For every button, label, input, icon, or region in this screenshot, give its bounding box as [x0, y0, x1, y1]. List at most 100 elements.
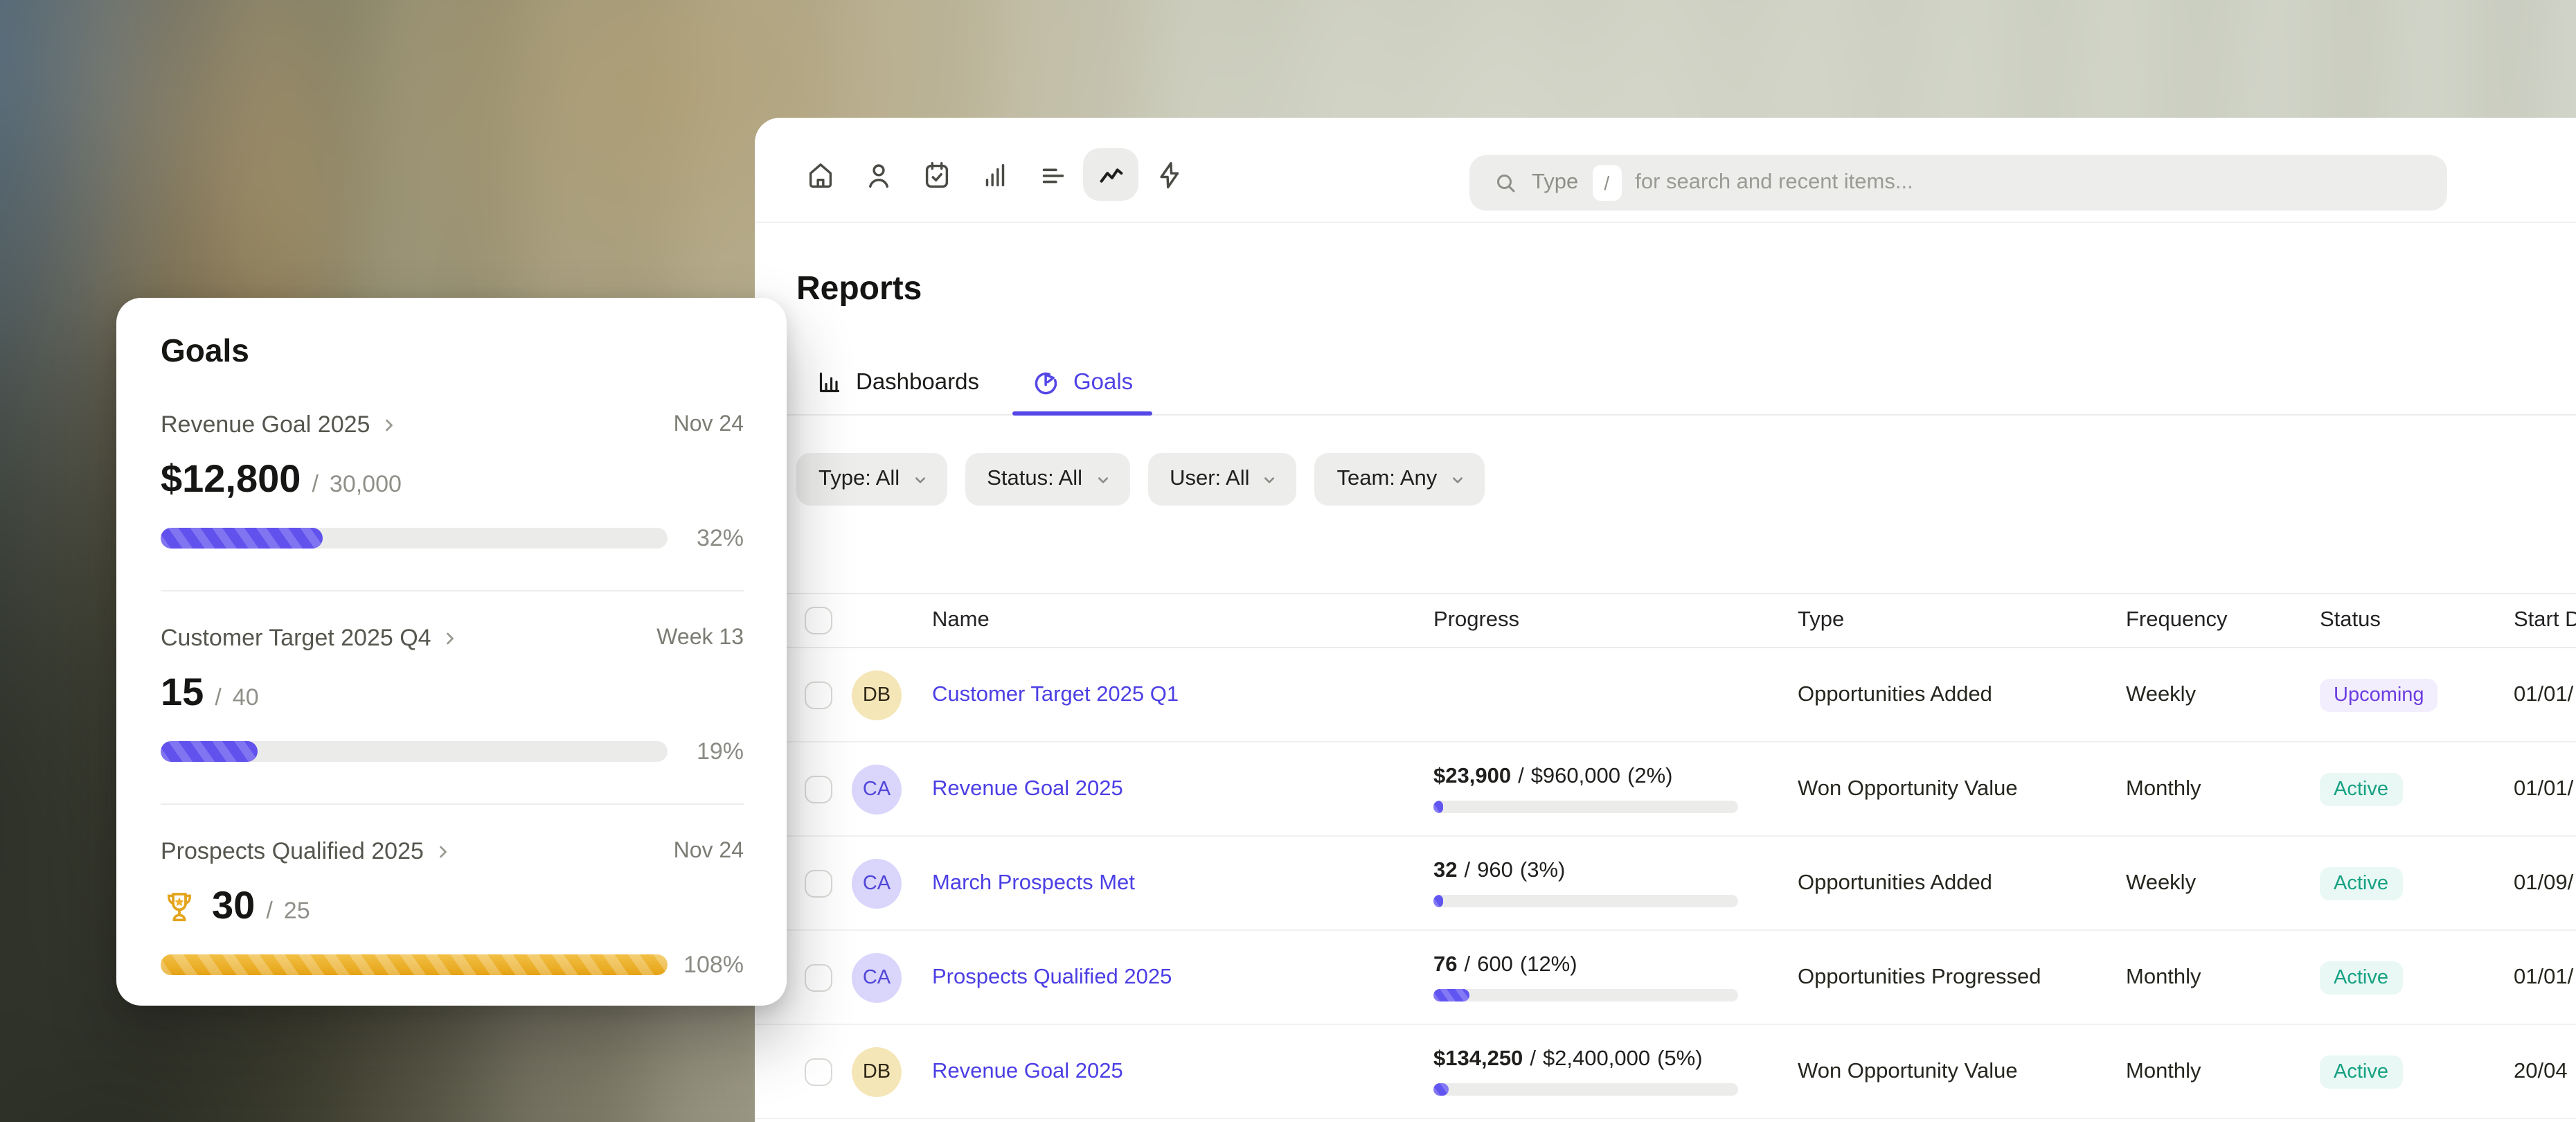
goal-progress-fill [161, 528, 323, 549]
goal-name: Prospects Qualified 2025 [161, 838, 424, 866]
filter-user[interactable]: User: All [1147, 453, 1296, 506]
goal-name-link[interactable]: Revenue Goal 2025 [932, 1059, 1123, 1083]
row-checkbox[interactable] [805, 681, 832, 709]
column-header-name: Name [932, 608, 1433, 633]
goal-progress-row: 32% [161, 528, 744, 549]
goal-percent-label: 108% [683, 951, 744, 979]
bar-chart-icon[interactable] [976, 157, 1012, 193]
frequency-cell: Weekly [2126, 871, 2320, 896]
progress-bar [1433, 801, 1738, 813]
goal-progress-bar [161, 741, 668, 762]
goal-progress-fill [161, 741, 257, 762]
goal-name-link[interactable]: Revenue Goal 2025 [932, 776, 1123, 800]
select-all-checkbox[interactable] [805, 607, 832, 634]
goal-name-link[interactable]: Customer Target 2025 Q1 [932, 682, 1179, 706]
status-badge: Active [2320, 961, 2402, 994]
home-icon[interactable] [802, 157, 838, 193]
goal-progress-fill [161, 954, 668, 975]
type-cell: Opportunities Added [1798, 682, 2126, 707]
row-checkbox[interactable] [805, 963, 832, 991]
goal-link[interactable]: Customer Target 2025 Q4 [161, 625, 460, 652]
chevron-right-icon [433, 842, 453, 862]
table-body: DB Customer Target 2025 Q1 Opportunities… [755, 648, 2576, 1119]
trophy-icon [161, 887, 198, 925]
value-separator: / [1465, 953, 1471, 978]
progress-target: $960,000 [1531, 765, 1620, 790]
goal-progress-bar [161, 528, 668, 549]
row-checkbox[interactable] [805, 869, 832, 897]
progress-target: $2,400,000 [1543, 1047, 1650, 1072]
chevron-down-icon [1093, 470, 1111, 488]
frequency-cell: Monthly [2126, 776, 2320, 801]
row-checkbox[interactable] [805, 775, 832, 803]
tab-goals[interactable]: Goals [1012, 350, 1152, 414]
progress-bar-fill [1433, 1083, 1449, 1096]
goal-value-row: 30 / 25 [161, 882, 744, 929]
trend-icon[interactable] [1083, 148, 1138, 201]
nav-icon-row [802, 157, 1187, 193]
goal-progress-row: 108% [161, 954, 744, 975]
status-badge: Active [2320, 1055, 2402, 1088]
goal-current-value: 30 [212, 882, 255, 929]
tab-label: Dashboards [856, 369, 979, 395]
top-toolbar: Type / for search and recent items... [755, 118, 2576, 223]
calendar-check-icon[interactable] [918, 157, 954, 193]
progress-percent: (3%) [1520, 859, 1565, 884]
avatar: DB [852, 1047, 902, 1096]
tab-dashboards[interactable]: Dashboards [796, 350, 999, 414]
filter-type[interactable]: Type: All [796, 453, 947, 506]
goals-list: Revenue Goal 2025 Nov 24 $12,800 / 30,00… [161, 411, 744, 975]
value-separator: / [1518, 765, 1524, 790]
goal-current-value: $12,800 [161, 456, 301, 503]
goals-summary-card: Goals Revenue Goal 2025 Nov 24 $12,800 /… [116, 298, 787, 1006]
search-input[interactable]: Type / for search and recent items... [1469, 155, 2447, 211]
progress-current: $134,250 [1433, 1047, 1523, 1072]
status-badge: Upcoming [2320, 678, 2438, 711]
goal-date: Week 13 [656, 626, 744, 651]
progress-cell: 32 / 960 (3%) [1433, 859, 1798, 907]
goal-date: Nov 24 [674, 413, 744, 438]
filter-status[interactable]: Status: All [965, 453, 1129, 506]
avatar: CA [852, 858, 902, 908]
goal-date: Nov 24 [674, 839, 744, 864]
goal-divider [161, 803, 744, 805]
table-row[interactable]: DB Customer Target 2025 Q1 Opportunities… [755, 648, 2576, 742]
progress-bar-fill [1433, 801, 1443, 813]
table-row[interactable]: CA Prospects Qualified 2025 76 / 600 (12… [755, 931, 2576, 1025]
screen: Type / for search and recent items... Re… [0, 0, 2576, 1122]
start-date-cell: 01/01/ [2514, 682, 2576, 707]
goal-name-link[interactable]: Prospects Qualified 2025 [932, 965, 1172, 988]
table-row[interactable]: CA Revenue Goal 2025 $23,900 / $960,000 … [755, 742, 2576, 837]
goal-divider [161, 590, 744, 591]
progress-percent: (2%) [1627, 765, 1672, 790]
progress-current: 32 [1433, 859, 1458, 884]
goal-target-value: 40 [233, 684, 259, 712]
chevron-right-icon [379, 416, 399, 435]
progress-target: 600 [1477, 953, 1513, 978]
value-separator: / [312, 471, 318, 499]
filter-label: User: All [1170, 467, 1249, 492]
people-icon[interactable] [860, 157, 896, 193]
goal-name-link[interactable]: March Prospects Met [932, 871, 1135, 894]
frequency-cell: Monthly [2126, 1059, 2320, 1084]
list-icon[interactable] [1035, 157, 1071, 193]
progress-bar [1433, 989, 1738, 1001]
row-checkbox[interactable] [805, 1058, 832, 1085]
start-date-cell: 01/01/ [2514, 965, 2576, 990]
goal-link[interactable]: Revenue Goal 2025 [161, 411, 399, 439]
table-header-row: Name Progress Type Frequency Status Star… [755, 593, 2576, 648]
goal-value-row: 15 / 40 [161, 669, 744, 716]
table-row[interactable]: CA March Prospects Met 32 / 960 (3%) Opp… [755, 837, 2576, 931]
progress-bar [1433, 895, 1738, 907]
goals-table: Name Progress Type Frequency Status Star… [755, 593, 2576, 1122]
start-date-cell: 01/09/ [2514, 871, 2576, 896]
goal-percent-label: 32% [683, 524, 744, 552]
tab-label: Goals [1073, 369, 1133, 395]
type-cell: Opportunities Progressed [1798, 965, 2126, 990]
goal-target-value: 30,000 [330, 471, 402, 499]
filter-team[interactable]: Team: Any [1315, 453, 1485, 506]
lightning-icon[interactable] [1151, 157, 1187, 193]
goal-link[interactable]: Prospects Qualified 2025 [161, 838, 453, 866]
value-separator: / [215, 684, 221, 712]
table-row[interactable]: DB Revenue Goal 2025 $134,250 / $2,400,0… [755, 1025, 2576, 1119]
